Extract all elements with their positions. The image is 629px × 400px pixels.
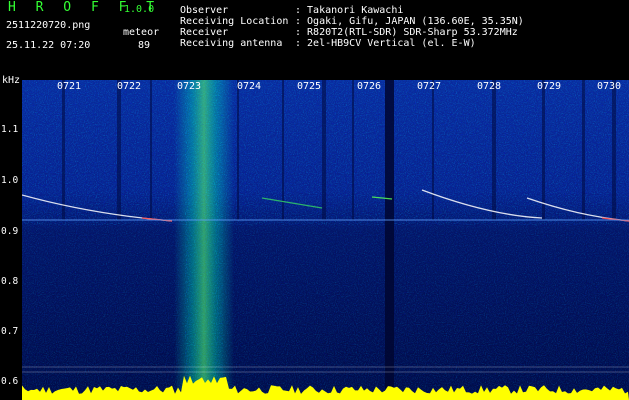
dark-stripe (117, 80, 121, 220)
y-tick: 0.9 (1, 226, 19, 237)
dark-stripe (322, 80, 326, 220)
dark-gap (385, 80, 394, 390)
meteor-burst-texture (185, 80, 223, 390)
time-tick: 0722 (117, 81, 142, 92)
time-tick: 0726 (357, 81, 382, 92)
dark-stripe (150, 80, 152, 220)
time-tick: 0721 (57, 81, 82, 92)
dark-stripe (612, 80, 616, 220)
observation-datetime: 25.11.22 07:20 (6, 40, 91, 51)
y-tick: 1.0 (1, 175, 19, 186)
time-tick: 0730 (597, 81, 622, 92)
axis-unit: kHz (2, 75, 21, 86)
dark-stripe (352, 80, 354, 220)
spectrogram (22, 80, 629, 400)
spectrum-noise-lower (22, 225, 629, 400)
time-tick: 0725 (297, 81, 322, 92)
dark-stripe (432, 80, 434, 220)
dark-stripe (542, 80, 545, 220)
app-version: 1.0.0 (124, 4, 155, 15)
y-tick: 1.1 (1, 124, 19, 135)
time-tick: 0723 (177, 81, 202, 92)
hrofft-window: H R O F F T 1.0.0 2511220720.png meteor … (0, 0, 629, 400)
dark-stripe (492, 80, 496, 220)
y-tick: 0.6 (1, 376, 19, 387)
antenna-value: : 2el-HB9CV Vertical (el. E-W) (295, 38, 476, 49)
y-tick: 0.7 (1, 326, 19, 337)
dark-stripe (62, 80, 65, 220)
y-tick: 0.8 (1, 276, 19, 287)
dark-stripe (237, 80, 239, 220)
antenna-label: Receiving antenna (180, 38, 283, 49)
time-tick: 0728 (477, 81, 502, 92)
meteor-label: meteor (123, 27, 160, 38)
time-tick: 0724 (237, 81, 262, 92)
time-tick: 0727 (417, 81, 442, 92)
time-tick: 0729 (537, 81, 562, 92)
dark-stripe (582, 80, 585, 220)
meteor-count: 89 (138, 40, 151, 51)
dark-stripe (282, 80, 284, 220)
file-name: 2511220720.png (6, 20, 91, 31)
